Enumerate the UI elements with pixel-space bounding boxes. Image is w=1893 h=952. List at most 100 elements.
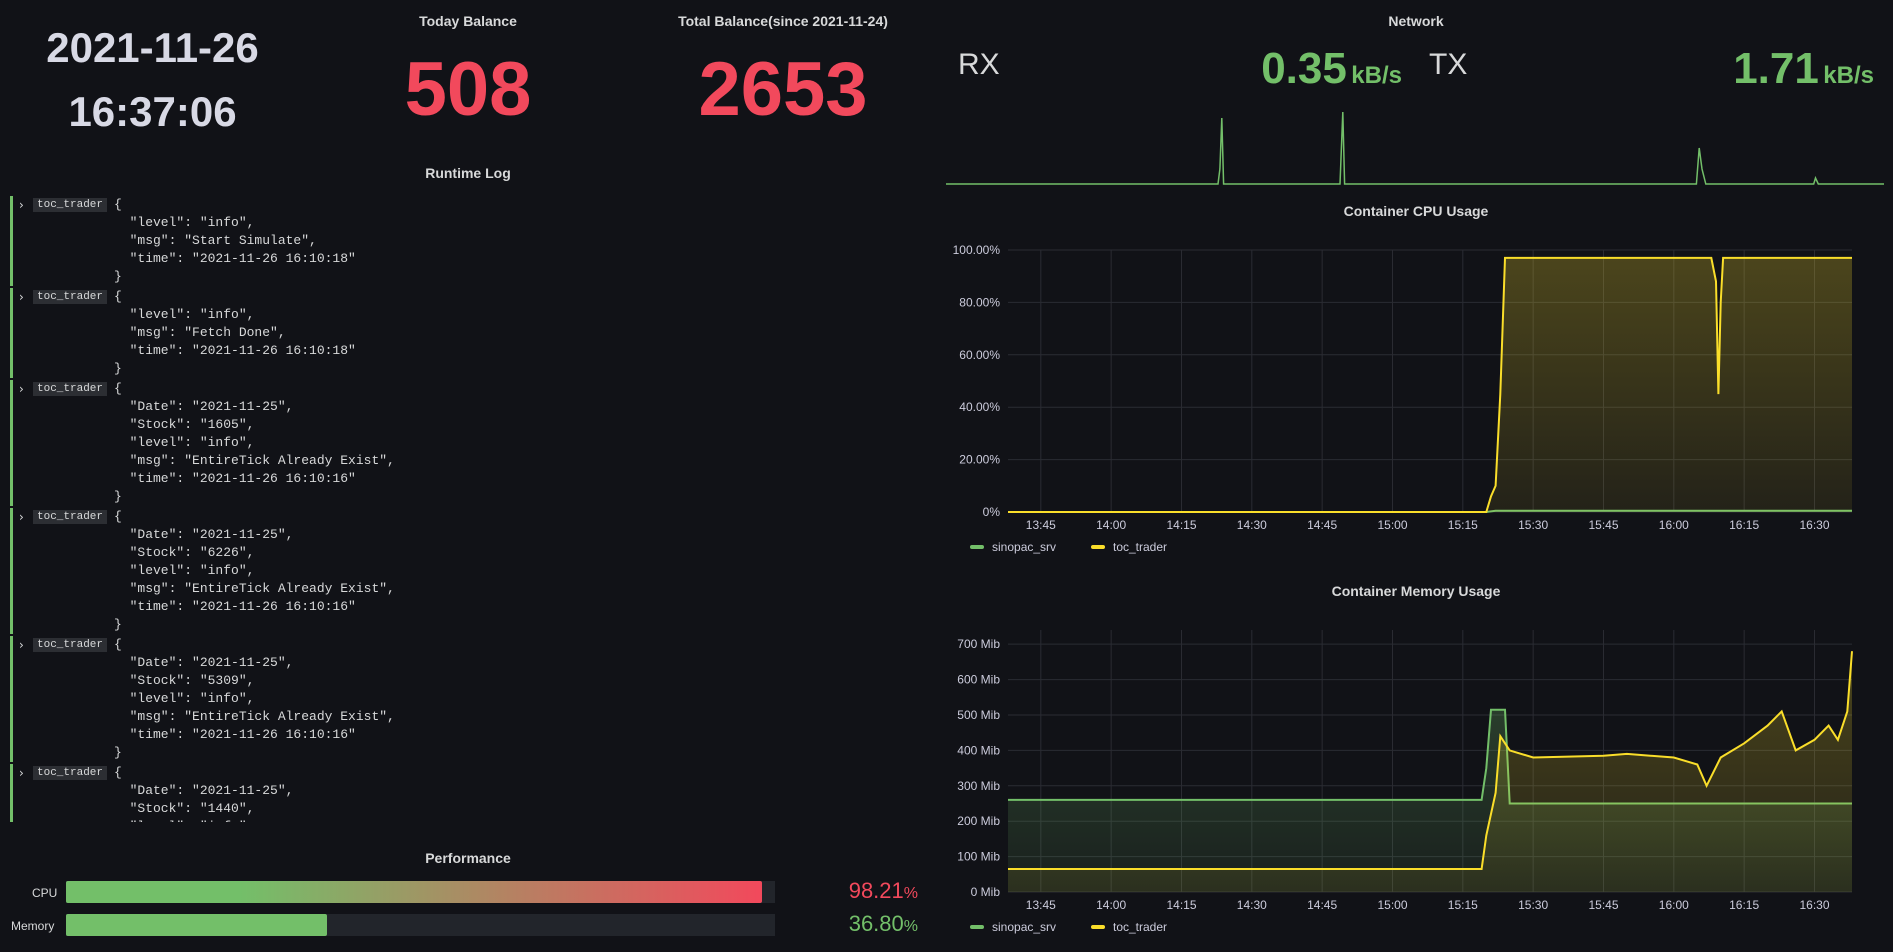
legend-item-toc_trader[interactable]: toc_trader: [1091, 540, 1167, 554]
today-balance-value: 508: [404, 47, 532, 132]
log-tag: toc_trader: [33, 198, 108, 212]
expand-chevron-icon[interactable]: ›: [19, 382, 24, 396]
cpu-number: 98.21: [848, 878, 904, 903]
tx-label: TX: [1429, 48, 1468, 81]
memory-number: 36.80: [848, 911, 904, 936]
legend-swatch: [1091, 545, 1105, 549]
log-entry[interactable]: › toc_trader { "Date": "2021-11-25", "Stoc…: [10, 636, 930, 762]
x-tick-label: 16:30: [1799, 518, 1829, 532]
network-title: Network: [1388, 13, 1444, 29]
memory-value: 36.80%: [790, 911, 918, 937]
tx-value: 1.71 kB/s: [1700, 44, 1874, 94]
x-tick-label: 13:45: [1026, 518, 1056, 532]
log-entry[interactable]: › toc_trader { "Date": "2021-11-25", "Stoc…: [10, 380, 930, 506]
legend-swatch: [970, 925, 984, 929]
expand-chevron-icon[interactable]: ›: [19, 638, 24, 652]
rx-number: 0.35: [1261, 44, 1347, 93]
legend-label: sinopac_srv: [992, 540, 1056, 554]
x-tick-label: 14:45: [1307, 518, 1337, 532]
y-tick-label: 300 Mib: [957, 779, 1000, 793]
network-rx-line: [946, 111, 1884, 185]
memory-unit: %: [903, 918, 918, 935]
y-tick-label: 400 Mib: [957, 743, 1000, 757]
legend-item-sinopac_srv[interactable]: sinopac_srv: [970, 920, 1056, 934]
log-body: { "Date": "2021-11-25", "Stock": "6226",…: [114, 509, 395, 632]
x-tick-label: 16:15: [1729, 898, 1759, 912]
rx-unit: kB/s: [1351, 62, 1402, 89]
log-body: { "Date": "2021-11-25", "Stock": "1605",…: [114, 381, 395, 504]
x-tick-label: 16:30: [1799, 898, 1829, 912]
y-tick-label: 600 Mib: [957, 673, 1000, 687]
y-tick-label: 700 Mib: [957, 637, 1000, 651]
x-tick-label: 15:00: [1377, 518, 1407, 532]
tx-unit: kB/s: [1823, 62, 1874, 89]
rx-value: 0.35 kB/s: [1230, 44, 1402, 94]
x-tick-label: 15:15: [1448, 518, 1478, 532]
memory-label: Memory: [11, 919, 55, 933]
memory-bar: [66, 914, 775, 936]
log-entry[interactable]: › toc_trader { "level": "info", "msg": "St…: [10, 196, 930, 286]
x-tick-label: 14:30: [1237, 518, 1267, 532]
log-entry[interactable]: › toc_trader { "Date": "2021-11-25", "Stoc…: [10, 764, 930, 822]
log-body: { "level": "info", "msg": "Fetch Done", …: [114, 289, 356, 376]
y-tick-label: 100.00%: [953, 243, 1001, 257]
y-tick-label: 0 Mib: [971, 885, 1001, 899]
expand-chevron-icon[interactable]: ›: [19, 290, 24, 304]
log-tag: toc_trader: [33, 510, 108, 524]
x-tick-label: 14:00: [1096, 898, 1126, 912]
x-tick-label: 16:00: [1659, 518, 1689, 532]
x-tick-label: 15:00: [1377, 898, 1407, 912]
log-tag: toc_trader: [33, 382, 108, 396]
x-tick-label: 14:00: [1096, 518, 1126, 532]
expand-chevron-icon[interactable]: ›: [19, 766, 24, 780]
log-tag: toc_trader: [33, 766, 108, 780]
x-tick-label: 14:15: [1166, 898, 1196, 912]
x-tick-label: 16:00: [1659, 898, 1689, 912]
expand-chevron-icon[interactable]: ›: [19, 198, 24, 212]
today-balance-title: Today Balance: [419, 13, 517, 29]
network-sparkline: [946, 111, 1884, 185]
legend-item-toc_trader[interactable]: toc_trader: [1091, 920, 1167, 934]
y-tick-label: 0%: [983, 505, 1001, 519]
legend-swatch: [1091, 925, 1105, 929]
x-tick-label: 15:15: [1448, 898, 1478, 912]
x-tick-label: 13:45: [1026, 898, 1056, 912]
date-display: 2021-11-26: [46, 24, 259, 71]
x-tick-label: 14:45: [1307, 898, 1337, 912]
log-entry[interactable]: › toc_trader { "Date": "2021-11-25", "Stoc…: [10, 508, 930, 634]
log-tag: toc_trader: [33, 638, 108, 652]
legend-label: toc_trader: [1113, 540, 1167, 554]
memory-usage-chart[interactable]: 0 Mib 100 Mib 200 Mib 300 Mib 400 Mib 500 Mib…: [946, 620, 1884, 940]
tx-number: 1.71: [1733, 44, 1819, 93]
x-tick-label: 15:30: [1518, 898, 1548, 912]
cpu-usage-chart[interactable]: 0% 20.00% 40.00% 60.00% 80.00% 100.00% 13:45 14…: [946, 240, 1884, 560]
cpu-bar-fill: [66, 881, 763, 903]
legend-label: sinopac_srv: [992, 920, 1056, 934]
memory-bar-fill: [66, 914, 327, 936]
performance-title: Performance: [425, 850, 511, 866]
runtime-log-title: Runtime Log: [425, 165, 511, 181]
total-balance-value: 2653: [698, 47, 868, 132]
log-entry[interactable]: › toc_trader { "level": "info", "msg": "Fe…: [10, 288, 930, 378]
series-area-toc_trader: [1008, 257, 1852, 512]
y-tick-label: 20.00%: [959, 453, 1000, 467]
x-tick-label: 15:45: [1588, 898, 1618, 912]
log-body: { "level": "info", "msg": "Start Simulat…: [114, 197, 356, 284]
x-tick-label: 14:15: [1166, 518, 1196, 532]
log-body: { "Date": "2021-11-25", "Stock": "5309",…: [114, 637, 395, 760]
x-tick-label: 16:15: [1729, 518, 1759, 532]
log-body: { "Date": "2021-11-25", "Stock": "1440",…: [114, 765, 294, 822]
runtime-log-list[interactable]: › toc_trader { "level": "info", "msg": "St…: [10, 196, 930, 822]
y-tick-label: 200 Mib: [957, 814, 1000, 828]
x-tick-label: 14:30: [1237, 898, 1267, 912]
legend-item-sinopac_srv[interactable]: sinopac_srv: [970, 540, 1056, 554]
cpu-value: 98.21%: [790, 878, 918, 904]
expand-chevron-icon[interactable]: ›: [19, 510, 24, 524]
legend-label: toc_trader: [1113, 920, 1167, 934]
x-tick-label: 15:30: [1518, 518, 1548, 532]
total-balance-title: Total Balance(since 2021-11-24): [678, 13, 888, 29]
y-tick-label: 100 Mib: [957, 850, 1000, 864]
y-tick-label: 40.00%: [959, 400, 1000, 414]
x-tick-label: 15:45: [1588, 518, 1618, 532]
cpu-bar: [66, 881, 775, 903]
